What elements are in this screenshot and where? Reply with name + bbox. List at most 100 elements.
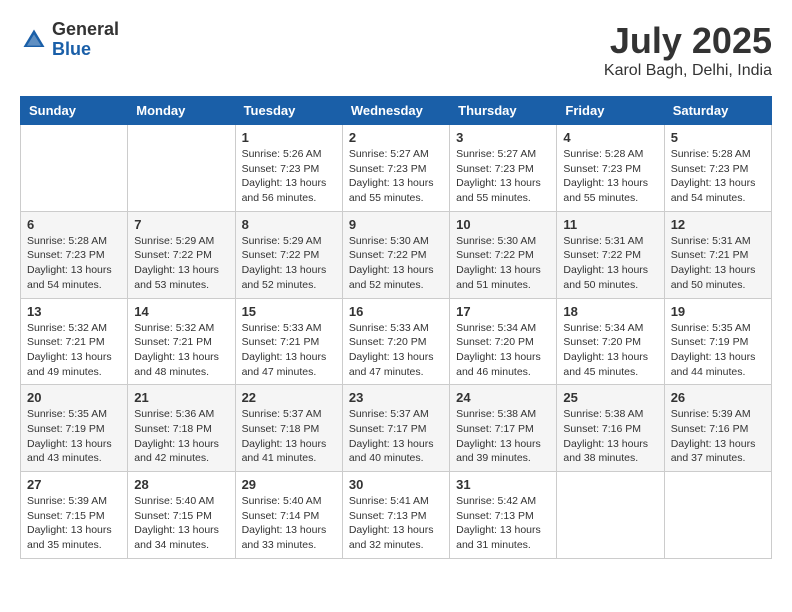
calendar-cell: 24 Sunrise: 5:38 AM Sunset: 7:17 PM Dayli… [450, 385, 557, 472]
logo-icon [20, 26, 48, 54]
calendar-week-row: 13 Sunrise: 5:32 AM Sunset: 7:21 PM Dayli… [21, 298, 772, 385]
calendar-cell: 11Sunrise: 5:31 AM Sunset: 7:22 PM Dayli… [557, 211, 664, 298]
day-number: 16 [349, 304, 443, 319]
day-number: 22 [242, 390, 336, 405]
calendar-cell: 29 Sunrise: 5:40 AM Sunset: 7:14 PM Dayli… [235, 472, 342, 559]
logo-blue: Blue [52, 40, 119, 60]
day-info: Sunrise: 5:33 AM Sunset: 7:20 PM Dayligh… [349, 321, 443, 380]
day-header-monday: Monday [128, 97, 235, 125]
calendar-week-row: 1 Sunrise: 5:26 AM Sunset: 7:23 PM Daylig… [21, 125, 772, 212]
day-number: 27 [27, 477, 121, 492]
calendar-cell: 28 Sunrise: 5:40 AM Sunset: 7:15 PM Dayli… [128, 472, 235, 559]
day-info: Sunrise: 5:26 AM Sunset: 7:23 PM Dayligh… [242, 147, 336, 206]
location: Karol Bagh, Delhi, India [604, 62, 772, 80]
day-info: Sunrise: 5:27 AM Sunset: 7:23 PM Dayligh… [349, 147, 443, 206]
calendar-cell: 5Sunrise: 5:28 AM Sunset: 7:23 PM Daylig… [664, 125, 771, 212]
calendar-cell: 27 Sunrise: 5:39 AM Sunset: 7:15 PM Dayli… [21, 472, 128, 559]
day-header-saturday: Saturday [664, 97, 771, 125]
calendar-cell: 1 Sunrise: 5:26 AM Sunset: 7:23 PM Daylig… [235, 125, 342, 212]
day-info: Sunrise: 5:34 AM Sunset: 7:20 PM Dayligh… [456, 321, 550, 380]
day-info: Sunrise: 5:39 AM Sunset: 7:16 PM Dayligh… [671, 407, 765, 466]
day-info: Sunrise: 5:42 AM Sunset: 7:13 PM Dayligh… [456, 494, 550, 553]
calendar-week-row: 27 Sunrise: 5:39 AM Sunset: 7:15 PM Dayli… [21, 472, 772, 559]
day-info: Sunrise: 5:40 AM Sunset: 7:15 PM Dayligh… [134, 494, 228, 553]
calendar-cell: 2 Sunrise: 5:27 AM Sunset: 7:23 PM Daylig… [342, 125, 449, 212]
day-number: 28 [134, 477, 228, 492]
day-number: 20 [27, 390, 121, 405]
calendar-cell: 23Sunrise: 5:37 AM Sunset: 7:17 PM Dayli… [342, 385, 449, 472]
day-info: Sunrise: 5:35 AM Sunset: 7:19 PM Dayligh… [27, 407, 121, 466]
day-number: 3 [456, 130, 550, 145]
day-info: Sunrise: 5:33 AM Sunset: 7:21 PM Dayligh… [242, 321, 336, 380]
day-number: 15 [242, 304, 336, 319]
day-number: 4 [563, 130, 657, 145]
calendar-cell: 10Sunrise: 5:30 AM Sunset: 7:22 PM Dayli… [450, 211, 557, 298]
day-info: Sunrise: 5:29 AM Sunset: 7:22 PM Dayligh… [242, 234, 336, 293]
calendar-cell: 12 Sunrise: 5:31 AM Sunset: 7:21 PM Dayli… [664, 211, 771, 298]
day-header-friday: Friday [557, 97, 664, 125]
calendar-cell: 9Sunrise: 5:30 AM Sunset: 7:22 PM Daylig… [342, 211, 449, 298]
calendar-cell: 30 Sunrise: 5:41 AM Sunset: 7:13 PM Dayli… [342, 472, 449, 559]
day-info: Sunrise: 5:31 AM Sunset: 7:21 PM Dayligh… [671, 234, 765, 293]
logo-text: General Blue [52, 20, 119, 60]
day-header-thursday: Thursday [450, 97, 557, 125]
day-number: 6 [27, 217, 121, 232]
calendar-cell [557, 472, 664, 559]
day-info: Sunrise: 5:37 AM Sunset: 7:18 PM Dayligh… [242, 407, 336, 466]
day-info: Sunrise: 5:32 AM Sunset: 7:21 PM Dayligh… [134, 321, 228, 380]
day-info: Sunrise: 5:41 AM Sunset: 7:13 PM Dayligh… [349, 494, 443, 553]
calendar-cell: 19 Sunrise: 5:35 AM Sunset: 7:19 PM Dayli… [664, 298, 771, 385]
calendar-cell: 6 Sunrise: 5:28 AM Sunset: 7:23 PM Daylig… [21, 211, 128, 298]
days-header-row: SundayMondayTuesdayWednesdayThursdayFrid… [21, 97, 772, 125]
day-info: Sunrise: 5:36 AM Sunset: 7:18 PM Dayligh… [134, 407, 228, 466]
day-info: Sunrise: 5:27 AM Sunset: 7:23 PM Dayligh… [456, 147, 550, 206]
day-number: 7 [134, 217, 228, 232]
day-number: 30 [349, 477, 443, 492]
title-block: July 2025 Karol Bagh, Delhi, India [604, 20, 772, 80]
calendar-cell: 31 Sunrise: 5:42 AM Sunset: 7:13 PM Dayli… [450, 472, 557, 559]
page-header: General Blue July 2025 Karol Bagh, Delhi… [20, 20, 772, 80]
day-number: 10 [456, 217, 550, 232]
calendar-cell: 4 Sunrise: 5:28 AM Sunset: 7:23 PM Daylig… [557, 125, 664, 212]
calendar-cell [21, 125, 128, 212]
calendar-cell: 17 Sunrise: 5:34 AM Sunset: 7:20 PM Dayli… [450, 298, 557, 385]
day-number: 9 [349, 217, 443, 232]
calendar-cell: 8Sunrise: 5:29 AM Sunset: 7:22 PM Daylig… [235, 211, 342, 298]
calendar-cell: 16 Sunrise: 5:33 AM Sunset: 7:20 PM Dayli… [342, 298, 449, 385]
calendar-cell: 3 Sunrise: 5:27 AM Sunset: 7:23 PM Daylig… [450, 125, 557, 212]
day-number: 17 [456, 304, 550, 319]
day-number: 25 [563, 390, 657, 405]
calendar-cell: 20 Sunrise: 5:35 AM Sunset: 7:19 PM Dayli… [21, 385, 128, 472]
logo: General Blue [20, 20, 119, 60]
day-number: 19 [671, 304, 765, 319]
day-number: 23 [349, 390, 443, 405]
day-number: 24 [456, 390, 550, 405]
day-info: Sunrise: 5:28 AM Sunset: 7:23 PM Dayligh… [563, 147, 657, 206]
day-number: 1 [242, 130, 336, 145]
day-header-sunday: Sunday [21, 97, 128, 125]
day-info: Sunrise: 5:40 AM Sunset: 7:14 PM Dayligh… [242, 494, 336, 553]
calendar-cell: 15 Sunrise: 5:33 AM Sunset: 7:21 PM Dayli… [235, 298, 342, 385]
day-info: Sunrise: 5:39 AM Sunset: 7:15 PM Dayligh… [27, 494, 121, 553]
day-number: 21 [134, 390, 228, 405]
day-info: Sunrise: 5:32 AM Sunset: 7:21 PM Dayligh… [27, 321, 121, 380]
calendar-cell [664, 472, 771, 559]
calendar-body: 1 Sunrise: 5:26 AM Sunset: 7:23 PM Daylig… [21, 125, 772, 559]
day-info: Sunrise: 5:38 AM Sunset: 7:17 PM Dayligh… [456, 407, 550, 466]
day-number: 2 [349, 130, 443, 145]
day-info: Sunrise: 5:35 AM Sunset: 7:19 PM Dayligh… [671, 321, 765, 380]
calendar-cell: 26 Sunrise: 5:39 AM Sunset: 7:16 PM Dayli… [664, 385, 771, 472]
day-number: 29 [242, 477, 336, 492]
calendar-table: SundayMondayTuesdayWednesdayThursdayFrid… [20, 96, 772, 559]
month-year: July 2025 [604, 20, 772, 62]
calendar-cell: 21 Sunrise: 5:36 AM Sunset: 7:18 PM Dayli… [128, 385, 235, 472]
calendar-cell: 13 Sunrise: 5:32 AM Sunset: 7:21 PM Dayli… [21, 298, 128, 385]
day-number: 31 [456, 477, 550, 492]
day-number: 12 [671, 217, 765, 232]
day-info: Sunrise: 5:28 AM Sunset: 7:23 PM Dayligh… [27, 234, 121, 293]
day-number: 26 [671, 390, 765, 405]
calendar-cell: 18Sunrise: 5:34 AM Sunset: 7:20 PM Dayli… [557, 298, 664, 385]
day-number: 13 [27, 304, 121, 319]
calendar-cell: 14Sunrise: 5:32 AM Sunset: 7:21 PM Dayli… [128, 298, 235, 385]
calendar-cell: 7Sunrise: 5:29 AM Sunset: 7:22 PM Daylig… [128, 211, 235, 298]
